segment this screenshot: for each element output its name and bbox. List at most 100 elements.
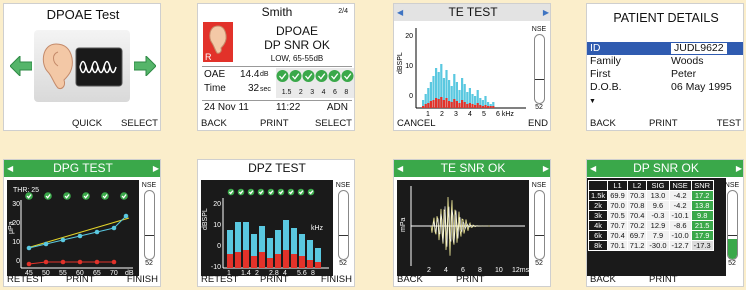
screen-patient-result: Smith 2/4 R DPOAE DP SNR OK LOW, 65-55dB… bbox=[197, 3, 355, 131]
table-cell: 2k bbox=[587, 200, 609, 211]
table-cell: 9.8 bbox=[690, 210, 714, 221]
oae-value: 14.4 bbox=[240, 69, 260, 80]
noise-bar bbox=[458, 103, 461, 108]
signal-bar bbox=[251, 234, 257, 256]
nse-label: NSE bbox=[724, 182, 740, 189]
ear-icon: R bbox=[203, 22, 233, 62]
table-row: 2k 70.0 70.8 9.6 -4.2 13.8 bbox=[587, 200, 714, 211]
page-indicator: 2/4 bbox=[338, 8, 348, 15]
pass-check-icon bbox=[63, 192, 71, 200]
arrow-left-icon[interactable]: ◀ bbox=[590, 160, 596, 177]
table-cell: 70.4 bbox=[626, 210, 648, 221]
arrow-left-icon[interactable]: ◀ bbox=[397, 4, 403, 21]
screen-title: TE TEST bbox=[448, 5, 498, 19]
noise-bar bbox=[442, 100, 445, 108]
back-button[interactable]: BACK bbox=[201, 118, 227, 130]
freq-label: 3 bbox=[310, 89, 315, 96]
print-button[interactable]: PRINT bbox=[649, 118, 678, 130]
nse-label: NSE bbox=[335, 182, 351, 189]
time-label: Time bbox=[204, 83, 226, 94]
y-tick-label: 30 bbox=[12, 201, 20, 208]
y-tick-label: 20 bbox=[213, 201, 221, 208]
print-button[interactable]: PRINT bbox=[66, 274, 95, 286]
x-tick-label: 6 bbox=[461, 267, 465, 274]
x-tick-label: 8 bbox=[478, 267, 482, 274]
table-row: 3k 70.5 70.4 -0.3 -10.1 9.8 bbox=[587, 210, 714, 221]
table-row: 4k 70.7 70.2 12.9 -8.6 21.5 bbox=[587, 220, 714, 231]
noise-bar bbox=[427, 103, 430, 108]
noise-point bbox=[60, 259, 66, 265]
pass-check-icon bbox=[44, 192, 52, 200]
freq-label: 1.5 bbox=[281, 89, 292, 96]
print-button[interactable]: PRINT bbox=[649, 274, 678, 286]
column-header bbox=[587, 180, 609, 191]
nse-value: 52 bbox=[535, 260, 543, 267]
signal-bar bbox=[299, 234, 305, 256]
divider bbox=[202, 66, 352, 67]
pass-check-icon bbox=[302, 70, 315, 82]
noise-bar bbox=[291, 254, 297, 268]
y-tick-label: 10 bbox=[213, 222, 221, 229]
arrow-right-icon[interactable]: ▶ bbox=[153, 160, 159, 177]
cancel-button[interactable]: CANCEL bbox=[397, 118, 436, 130]
pass-check-icon bbox=[25, 192, 33, 200]
pass-check-icon bbox=[101, 192, 109, 200]
end-button[interactable]: END bbox=[528, 118, 548, 130]
y-axis-label: dBSPL bbox=[397, 52, 404, 74]
table-cell: 70.7 bbox=[607, 220, 628, 231]
noise-bar bbox=[422, 106, 425, 108]
print-button[interactable]: PRINT bbox=[260, 274, 289, 286]
back-button[interactable]: BACK bbox=[590, 118, 616, 130]
finish-button[interactable]: FINISH bbox=[127, 274, 158, 286]
arrow-right-icon[interactable]: ▶ bbox=[543, 4, 549, 21]
arrow-right-icon[interactable] bbox=[133, 54, 157, 81]
column-header: L2 bbox=[626, 180, 648, 191]
detail-row[interactable]: D.O.B. 06 May 1995 bbox=[587, 81, 743, 94]
nse-value: 52 bbox=[145, 260, 153, 267]
table-cell: 70.3 bbox=[626, 190, 648, 201]
arrow-left-icon[interactable]: ◀ bbox=[397, 160, 403, 177]
signal-point bbox=[111, 225, 117, 231]
scroll-down-icon[interactable]: ▼ bbox=[589, 98, 596, 105]
noise-bar bbox=[437, 99, 440, 108]
table-cell: 8k bbox=[587, 240, 609, 251]
noise-bar bbox=[275, 254, 281, 268]
divider bbox=[202, 100, 352, 101]
signal-bar bbox=[267, 238, 273, 258]
noise-meter: NSE 52 bbox=[335, 182, 351, 267]
detail-row[interactable]: ID JUDL9622 bbox=[587, 42, 743, 55]
details-list: ID JUDL9622 Family Woods First Peter D.O.B. 06 … bbox=[587, 42, 743, 94]
detail-row[interactable]: Family Woods bbox=[587, 55, 743, 68]
table-cell: -17.3 bbox=[690, 240, 714, 251]
retest-button[interactable]: RETEST bbox=[201, 274, 238, 286]
screen-dpoae-test: DPOAE Test QUICK SELECT bbox=[3, 3, 161, 131]
noise-bar bbox=[487, 106, 490, 108]
screen-title: DPOAE Test bbox=[46, 7, 120, 22]
retest-button[interactable]: RETEST bbox=[7, 274, 44, 286]
quick-button[interactable]: QUICK bbox=[72, 118, 102, 130]
arrow-left-icon[interactable] bbox=[9, 54, 33, 81]
test-button[interactable]: TEST bbox=[717, 118, 741, 130]
signal-bar bbox=[235, 222, 241, 252]
detail-label: Family bbox=[590, 55, 621, 67]
select-button[interactable]: SELECT bbox=[315, 118, 352, 130]
print-button[interactable]: PRINT bbox=[456, 274, 485, 286]
detail-row[interactable]: First Peter bbox=[587, 68, 743, 81]
finish-button[interactable]: FINISH bbox=[321, 274, 352, 286]
arrow-right-icon[interactable]: ▶ bbox=[543, 160, 549, 177]
select-button[interactable]: SELECT bbox=[121, 118, 158, 130]
pass-check-icon bbox=[341, 70, 354, 82]
nse-value: 52 bbox=[728, 260, 736, 267]
table-cell: 1.5k bbox=[587, 190, 609, 201]
table-cell: -30.0 bbox=[646, 240, 670, 251]
table-cell: -4.2 bbox=[668, 200, 692, 211]
back-button[interactable]: BACK bbox=[397, 274, 423, 286]
arrow-left-icon[interactable]: ◀ bbox=[7, 160, 13, 177]
noise-bar bbox=[474, 105, 477, 108]
arrow-right-icon[interactable]: ▶ bbox=[736, 160, 742, 177]
noise-bar bbox=[315, 262, 321, 268]
noise-bar bbox=[484, 105, 487, 108]
back-button[interactable]: BACK bbox=[590, 274, 616, 286]
pass-check-icon bbox=[267, 188, 275, 196]
print-button[interactable]: PRINT bbox=[260, 118, 289, 130]
